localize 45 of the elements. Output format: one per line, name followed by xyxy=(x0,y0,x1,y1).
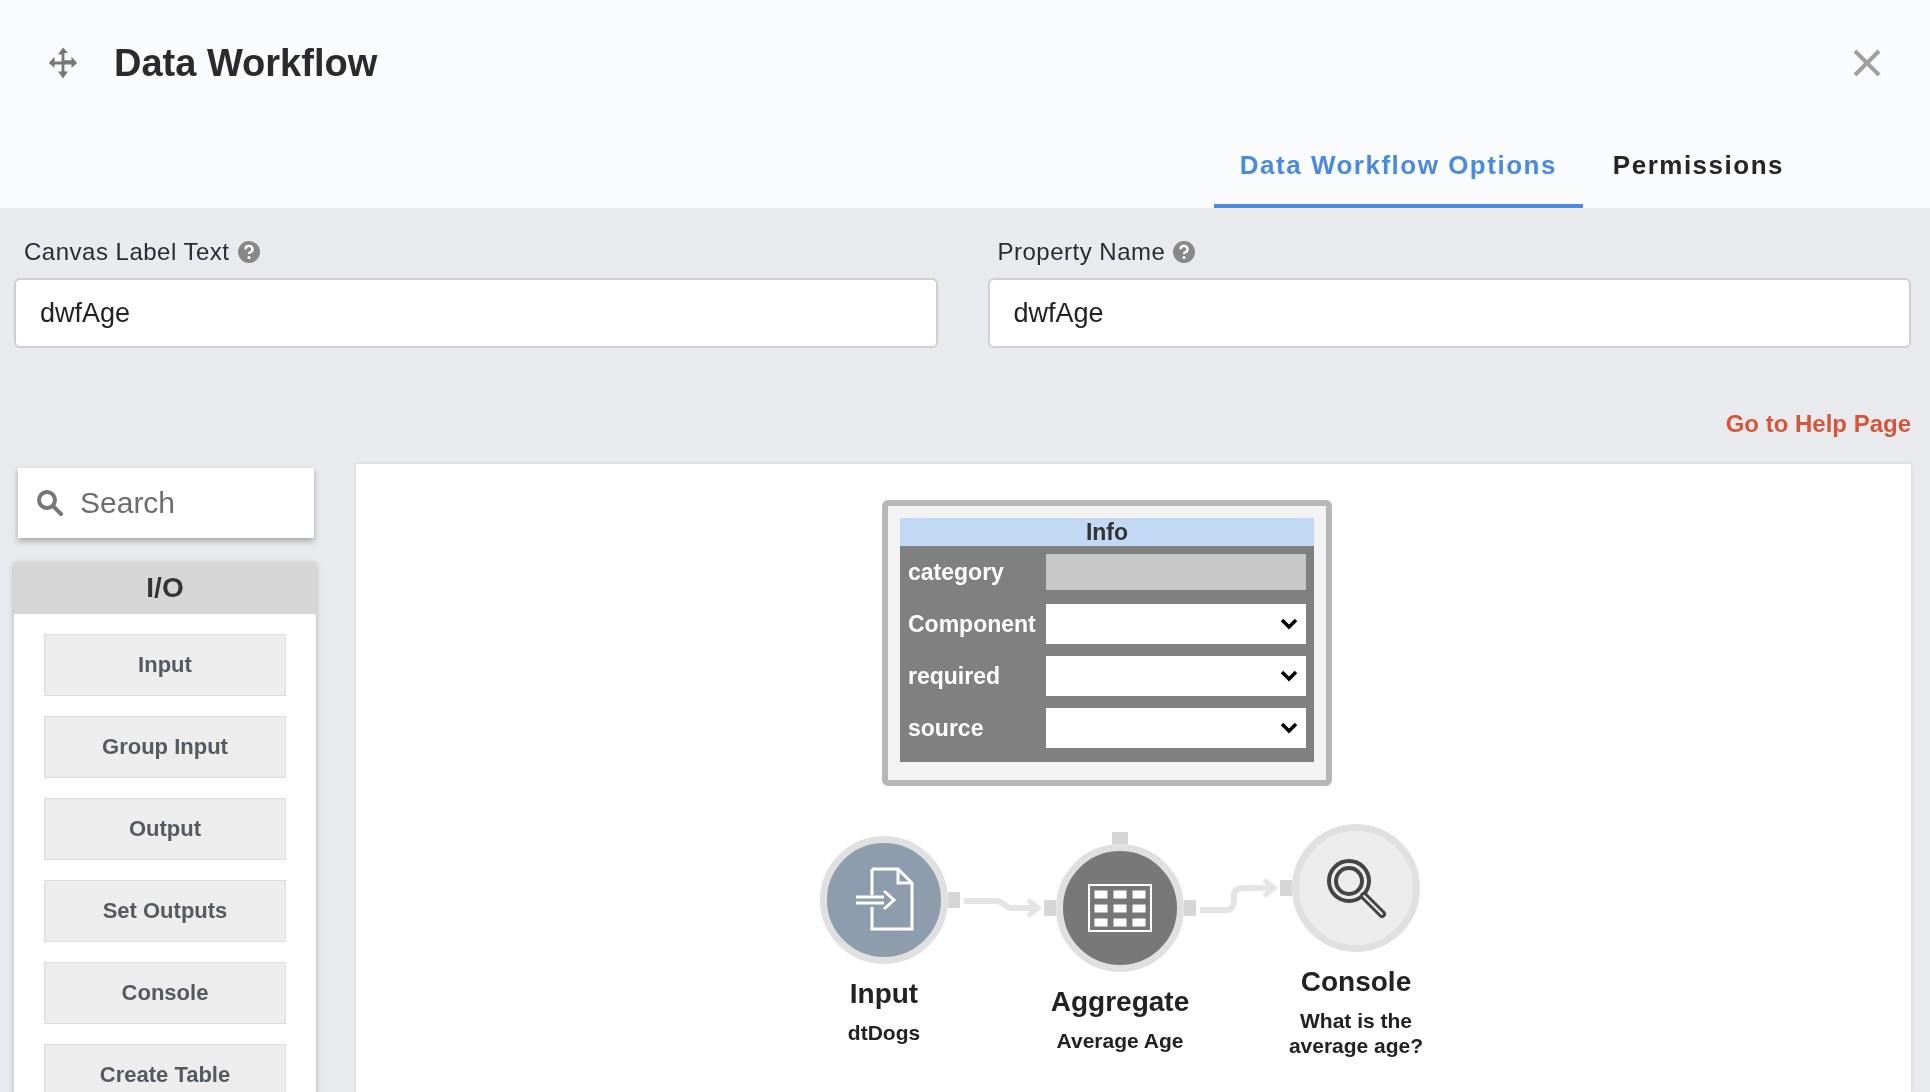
info-label: category xyxy=(908,558,1005,586)
info-label: Component xyxy=(908,610,1037,638)
search-field[interactable]: Search xyxy=(18,468,314,538)
close-button[interactable] xyxy=(1852,48,1882,78)
field-label: Canvas Label Text xyxy=(24,238,230,266)
chevron-down-icon xyxy=(1280,722,1298,734)
text-field[interactable]: dwfAge xyxy=(14,278,938,348)
select-field[interactable] xyxy=(1046,656,1306,696)
input-port[interactable] xyxy=(1044,900,1056,916)
help-icon[interactable] xyxy=(237,241,260,263)
node-title: Aggregate xyxy=(1050,986,1190,1018)
select-field[interactable] xyxy=(1046,604,1306,644)
palette-item[interactable]: Console xyxy=(44,962,286,1024)
help-icon[interactable] xyxy=(1173,241,1196,263)
file-import-icon xyxy=(854,867,914,933)
input-port[interactable] xyxy=(1112,832,1128,844)
node-title: Input xyxy=(849,978,919,1010)
group-header: I/O xyxy=(14,562,316,614)
palette-item[interactable]: Set Outputs xyxy=(44,880,286,942)
node-title: Console xyxy=(1300,966,1412,998)
table-icon xyxy=(1088,884,1152,932)
node-subtitle: dtDogs xyxy=(846,1020,922,1046)
node-subtitle: Average Age xyxy=(1055,1028,1185,1054)
palette-item[interactable]: Input xyxy=(44,634,286,696)
output-port[interactable] xyxy=(948,892,960,908)
search-icon xyxy=(36,489,64,517)
select-field[interactable] xyxy=(1046,708,1306,748)
input-port[interactable] xyxy=(1280,880,1292,896)
node-subtitle: What is the average age? xyxy=(1287,1008,1425,1059)
palette-item[interactable]: Group Input xyxy=(44,716,286,778)
output-port[interactable] xyxy=(1184,900,1196,916)
tab[interactable]: Data Workflow Options xyxy=(1213,126,1583,208)
chevron-down-icon xyxy=(1280,670,1298,682)
info-label: required xyxy=(908,662,1002,690)
palette-item[interactable]: Create Table xyxy=(44,1044,286,1092)
palette-item[interactable]: Output xyxy=(44,798,286,860)
field-label: Property Name xyxy=(997,238,1166,266)
move-icon[interactable] xyxy=(46,46,80,80)
dialog-title: Data Workflow xyxy=(114,41,379,85)
text-field[interactable]: dwfAge xyxy=(987,278,1911,348)
help-link[interactable]: Go to Help Page xyxy=(1725,410,1911,448)
chevron-down-icon xyxy=(1280,618,1298,630)
tab[interactable]: Permissions xyxy=(1586,126,1810,208)
info-label: source xyxy=(908,714,985,742)
info-title: Info xyxy=(900,518,1314,546)
